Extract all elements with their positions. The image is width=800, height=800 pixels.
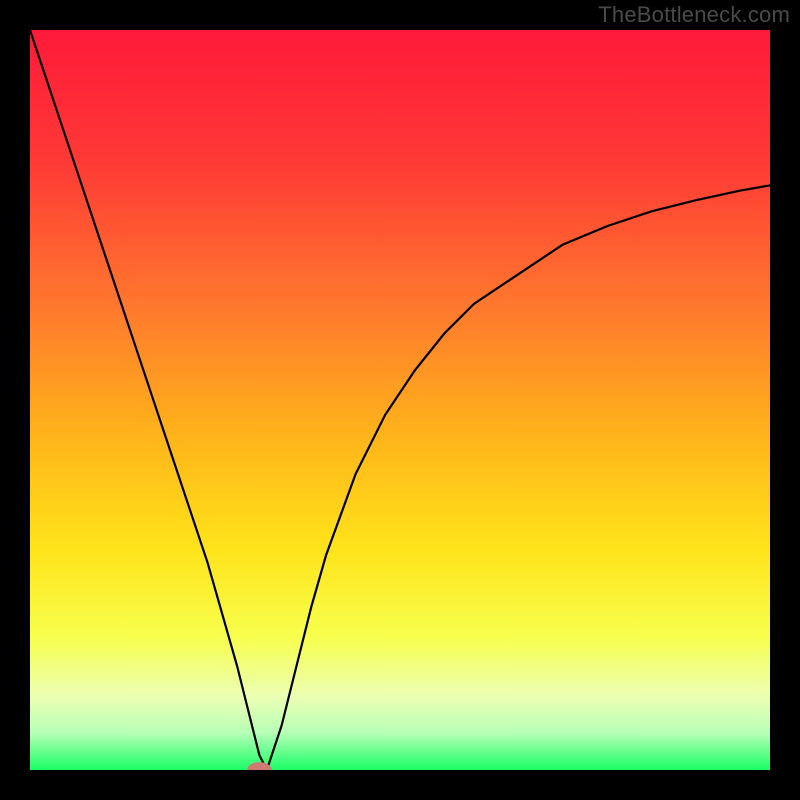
chart-svg <box>30 30 770 770</box>
chart-frame: TheBottleneck.com <box>0 0 800 800</box>
gradient-background <box>30 30 770 770</box>
watermark-text: TheBottleneck.com <box>598 2 790 28</box>
plot-area <box>30 30 770 770</box>
